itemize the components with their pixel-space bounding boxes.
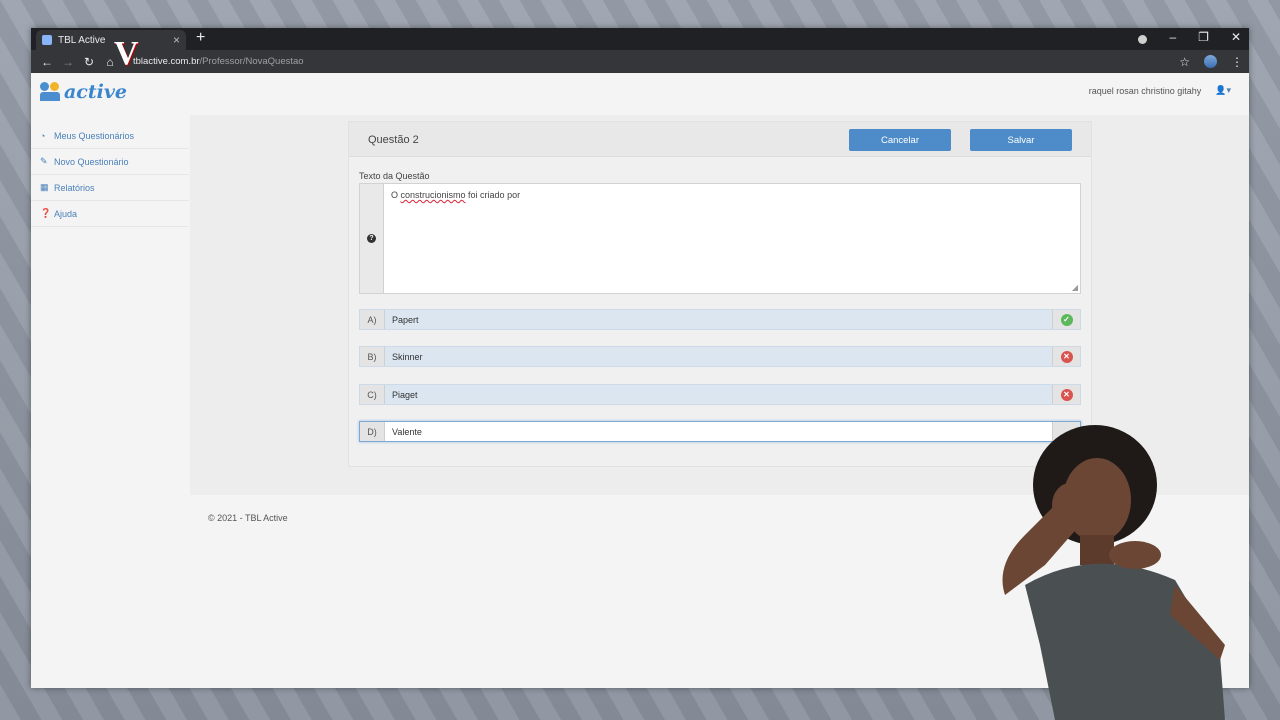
url-domain: tblactive.com.br xyxy=(133,56,200,67)
channel-logo-icon: V xyxy=(114,35,139,72)
save-button[interactable]: Salvar xyxy=(970,129,1072,151)
profile-avatar-icon[interactable] xyxy=(1204,55,1217,68)
logo-people-icon xyxy=(40,82,60,102)
edit-icon: ✎ xyxy=(40,156,48,166)
cancel-button[interactable]: Cancelar xyxy=(849,129,951,151)
question-text[interactable]: O construcionismo foi criado por xyxy=(384,184,1080,293)
footer-copyright: © 2021 - TBL Active xyxy=(208,513,288,523)
sidebar-item-label: Ajuda xyxy=(54,208,78,219)
option-input[interactable]: Skinner xyxy=(385,347,1052,366)
user-name: raquel rosan christino gitahy xyxy=(1088,85,1202,96)
resize-handle-icon[interactable]: ◢ xyxy=(1072,283,1078,292)
option-input[interactable]: Piaget xyxy=(385,385,1052,404)
sidebar-item-ajuda[interactable]: ❓ Ajuda xyxy=(31,201,189,227)
logo-text: active xyxy=(64,81,128,103)
sidebar-item-label: Relatórios xyxy=(54,182,95,193)
close-window-icon[interactable]: ✕ xyxy=(1231,30,1241,44)
sidebar-item-relatorios[interactable]: ▦ Relatórios xyxy=(31,175,189,201)
extension-icon[interactable] xyxy=(1138,35,1148,44)
option-input[interactable]: Papert xyxy=(385,310,1052,329)
tab-close-icon[interactable]: × xyxy=(173,33,180,47)
title-bar: TBL Active × + – ❐ ✕ xyxy=(31,28,1249,50)
favicon-icon xyxy=(42,35,52,45)
app-header: active raquel rosan christino gitahy 👤▾ xyxy=(31,73,1249,115)
sidebar-item-label: Novo Questionário xyxy=(54,156,129,167)
option-b: B) Skinner ✕ xyxy=(359,346,1081,367)
option-letter: C) xyxy=(360,385,385,404)
question-panel: Questão 2 Cancelar Salvar Texto da Quest… xyxy=(348,121,1092,467)
user-menu[interactable]: raquel rosan christino gitahy 👤▾ xyxy=(1089,85,1231,96)
reload-icon[interactable]: ↻ xyxy=(79,55,99,69)
forward-icon[interactable]: → xyxy=(58,55,78,69)
dashboard-icon: ◔ xyxy=(40,130,46,141)
option-a: A) Papert ✓ xyxy=(359,309,1081,330)
bookmark-star-icon[interactable]: ☆ xyxy=(1179,55,1190,69)
user-dropdown-icon[interactable]: 👤▾ xyxy=(1215,85,1231,96)
address-bar[interactable]: tblactive.com.br/Professor/NovaQuestao xyxy=(133,56,1179,67)
new-tab-icon[interactable]: + xyxy=(196,29,205,47)
minimize-icon[interactable]: – xyxy=(1169,30,1176,44)
menu-dots-icon[interactable]: ⋮ xyxy=(1231,55,1243,69)
question-icon: ❓ xyxy=(40,208,52,218)
option-letter: A) xyxy=(360,310,385,329)
question-text-label: Texto da Questão xyxy=(359,171,430,181)
x-icon[interactable]: ✕ xyxy=(1060,388,1073,401)
sidebar-item-meus-questionarios[interactable]: ◔ Meus Questionários xyxy=(31,123,189,149)
restore-icon[interactable]: ❐ xyxy=(1198,30,1209,44)
app-logo[interactable]: active xyxy=(40,81,127,103)
url-path: /Professor/NovaQuestao xyxy=(199,56,304,67)
option-letter: D) xyxy=(360,422,385,441)
option-input[interactable]: Valente xyxy=(385,422,1052,441)
browser-toolbar: ← → ↻ ⌂ tblactive.com.br/Professor/NovaQ… xyxy=(31,50,1249,73)
sidebar-item-novo-questionario[interactable]: ✎ Novo Questionário xyxy=(31,149,189,175)
question-mark-icon: ? xyxy=(367,234,376,243)
option-d: D) Valente xyxy=(359,421,1081,442)
editor-gutter: ? xyxy=(360,184,384,293)
misspelled-word: construcionismo xyxy=(400,190,466,200)
sign-language-interpreter xyxy=(1002,425,1225,720)
option-c: C) Piaget ✕ xyxy=(359,384,1081,405)
browser-tab[interactable]: TBL Active × xyxy=(36,30,186,50)
table-icon: ▦ xyxy=(40,182,49,192)
check-icon[interactable]: ✓ xyxy=(1060,313,1073,326)
page-title: Questão 2 xyxy=(368,134,419,146)
x-icon[interactable]: ✕ xyxy=(1060,350,1073,363)
option-letter: B) xyxy=(360,347,385,366)
panel-header: Questão 2 Cancelar Salvar xyxy=(349,122,1091,157)
sidebar-item-label: Meus Questionários xyxy=(54,130,135,141)
question-text-field[interactable]: ? O construcionismo foi criado por ◢ xyxy=(359,183,1081,294)
window-controls: – ❐ ✕ xyxy=(1138,30,1241,44)
sidebar: ◔ Meus Questionários ✎ Novo Questionário… xyxy=(31,123,189,227)
back-icon[interactable]: ← xyxy=(37,55,57,69)
